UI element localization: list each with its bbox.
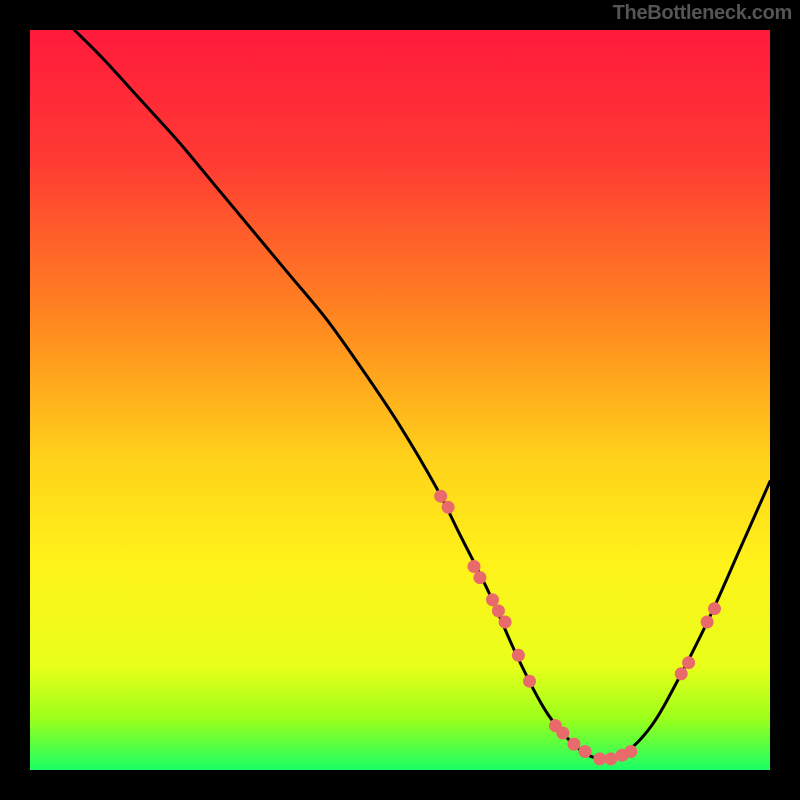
data-point	[556, 727, 569, 740]
data-point	[468, 560, 481, 573]
data-point	[604, 752, 617, 765]
data-point	[523, 675, 536, 688]
watermark-label: TheBottleneck.com	[613, 2, 792, 25]
data-point	[682, 656, 695, 669]
data-point	[442, 501, 455, 514]
data-point	[593, 752, 606, 765]
chart-wrapper: TheBottleneck.com	[0, 0, 800, 800]
chart-svg	[0, 0, 800, 800]
data-point	[701, 616, 714, 629]
data-point	[512, 649, 525, 662]
data-point	[473, 571, 486, 584]
data-point	[499, 616, 512, 629]
data-point	[486, 593, 499, 606]
data-point	[567, 738, 580, 751]
data-point	[579, 745, 592, 758]
data-point	[624, 745, 637, 758]
data-point	[434, 490, 447, 503]
data-point	[492, 604, 505, 617]
data-point	[708, 602, 721, 615]
data-point	[675, 667, 688, 680]
plot-area	[30, 30, 770, 770]
